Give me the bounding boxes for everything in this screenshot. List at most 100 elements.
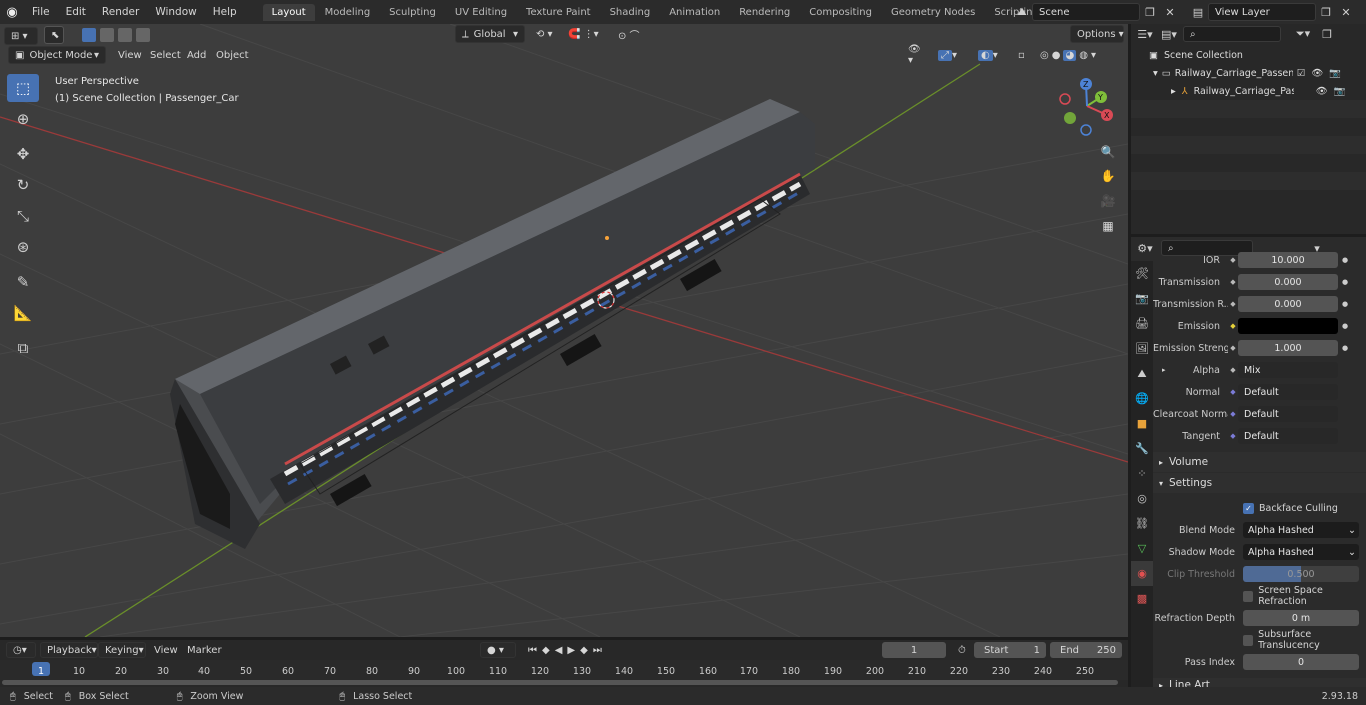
select-extend-icon[interactable] (100, 28, 114, 42)
move-tool-icon[interactable]: ✥ (7, 140, 39, 168)
physics-tab-icon[interactable]: ◎ (1131, 486, 1153, 511)
outliner-item-collection[interactable]: ▾ ▭ Railway_Carriage_Passenger_ ☑ 👁 📷 (1131, 64, 1366, 82)
keyframe-dot-icon[interactable]: ● (1338, 278, 1352, 286)
play-reverse-icon[interactable]: ◀ (555, 645, 563, 656)
new-scene-icon[interactable]: ❐ (1140, 3, 1160, 21)
tab-layout[interactable]: Layout (262, 3, 315, 21)
screen-space-refraction-checkbox[interactable] (1243, 590, 1254, 602)
rendered-shading-icon[interactable]: ◍ (1079, 50, 1088, 61)
end-frame-field[interactable]: End 250 (1050, 642, 1122, 658)
solid-shading-icon[interactable]: ● (1052, 50, 1061, 61)
constraints-tab-icon[interactable]: ⛓ (1131, 511, 1153, 536)
new-view-layer-icon[interactable]: ❐ (1316, 3, 1336, 21)
texture-tab-icon[interactable]: ▩ (1131, 586, 1153, 611)
options-dropdown[interactable]: Options ▾ (1070, 25, 1124, 43)
snap-icon[interactable]: 🧲 ⋮▾ (562, 25, 608, 43)
render-tab-icon[interactable]: 📷 (1131, 286, 1153, 311)
rotate-tool-icon[interactable]: ↻ (7, 171, 39, 199)
clip-threshold-slider[interactable]: 0.500 (1243, 566, 1359, 582)
filter-icon[interactable]: ⏷▾ (1293, 25, 1313, 43)
tool-tab-icon[interactable]: 🛠 (1131, 261, 1153, 286)
object-tab-icon[interactable]: ■ (1131, 411, 1153, 436)
blender-logo-icon[interactable]: ◉ (0, 0, 24, 24)
timeline-menu-marker[interactable]: Marker (181, 642, 228, 658)
remove-scene-icon[interactable]: ✕ (1160, 3, 1180, 21)
expand-arrow-icon[interactable]: ▾ (1153, 68, 1158, 79)
pass-index-field[interactable]: 0 (1243, 654, 1359, 670)
scale-tool-icon[interactable]: ⤡ (7, 202, 39, 230)
material-tab-icon[interactable]: ◉ (1131, 561, 1153, 586)
menu-render[interactable]: Render (94, 6, 147, 18)
tab-modeling[interactable]: Modeling (316, 4, 380, 21)
stopwatch-icon[interactable]: ⏱ (952, 642, 972, 658)
tab-sculpting[interactable]: Sculpting (380, 4, 445, 21)
timeline-menu-view[interactable]: View (148, 642, 184, 658)
jump-end-icon[interactable]: ⏭ (593, 645, 602, 656)
xray-toggle-icon[interactable]: ▫ (1012, 46, 1032, 64)
wireframe-shading-icon[interactable]: ◎ (1040, 50, 1049, 61)
cursor-tool-icon[interactable]: ⊕ (7, 105, 39, 133)
scene-selector[interactable]: Scene (1032, 3, 1140, 21)
world-tab-icon[interactable]: 🌐 (1131, 386, 1153, 411)
visibility-icon[interactable]: 👁 ▾ (902, 44, 932, 66)
tab-rendering[interactable]: Rendering (730, 4, 799, 21)
subsurface-translucency-checkbox[interactable] (1243, 634, 1254, 646)
selection-mode-group[interactable] (76, 26, 164, 44)
scene-tab-icon[interactable]: ⛰ (1131, 361, 1153, 386)
play-icon[interactable]: ▶ (567, 645, 575, 656)
jump-start-icon[interactable]: ⏮ (528, 645, 537, 656)
timeline-scrollbar[interactable] (2, 680, 1118, 685)
zoom-view-icon[interactable]: 🔍 (1097, 141, 1119, 163)
shadow-mode-dropdown[interactable]: Alpha Hashed ⌄ (1243, 544, 1359, 560)
checkbox-icon[interactable]: ☑ (1297, 68, 1306, 79)
new-collection-icon[interactable]: ❐ (1317, 25, 1337, 43)
overlay-toggle-icon[interactable]: ◐ ▾ (972, 46, 1008, 64)
tab-animation[interactable]: Animation (660, 4, 729, 21)
display-mode-icon[interactable]: ▤▾ (1159, 25, 1179, 43)
viewport-menu-view[interactable]: View (112, 46, 148, 64)
emission-color-swatch[interactable] (1238, 318, 1338, 334)
screen-space-refraction-row[interactable]: Screen Space Refraction (1153, 585, 1366, 607)
properties-editor-type-icon[interactable]: ⚙▾ (1135, 239, 1155, 257)
camera-view-icon[interactable]: 🎥 (1097, 190, 1119, 212)
tangent-field[interactable]: Default (1238, 428, 1338, 444)
outliner-editor-type-icon[interactable]: ☰▾ (1135, 25, 1155, 43)
select-subtract-icon[interactable] (118, 28, 132, 42)
transmission-roughness-field[interactable]: 0.000 (1238, 296, 1338, 312)
clearcoat-normal-field[interactable]: Default (1238, 406, 1338, 422)
menu-help[interactable]: Help (205, 6, 245, 18)
add-cube-tool-icon[interactable]: ⧉ (7, 334, 39, 362)
proportional-edit-icon[interactable]: ⊙ ⌒ (612, 25, 658, 43)
editor-type-dropdown[interactable]: ⊞ ▾ (4, 27, 38, 45)
measure-tool-icon[interactable]: 📐 (7, 299, 39, 327)
eye-icon[interactable]: 👁 (1316, 86, 1328, 97)
gizmo-toggle-icon[interactable]: ⤢ ▾ (932, 46, 968, 64)
auto-keying-toggle-icon[interactable]: ● ▾ (480, 642, 516, 658)
alpha-link-field[interactable]: Mix (1238, 362, 1338, 378)
tab-compositing[interactable]: Compositing (800, 4, 881, 21)
menu-file[interactable]: File (24, 6, 58, 18)
outliner-scene-collection[interactable]: ▣ Scene Collection (1131, 46, 1366, 64)
view-layer-tab-icon[interactable]: 🖼 (1131, 336, 1153, 361)
keyframe-dot-icon[interactable]: ● (1338, 300, 1352, 308)
camera-icon[interactable]: 📷 (1329, 68, 1341, 79)
material-shading-icon[interactable]: ◕ (1063, 49, 1077, 61)
prev-keyframe-icon[interactable]: ◆ (542, 645, 550, 656)
pan-view-hand-icon[interactable]: ✋ (1097, 165, 1119, 187)
ior-field[interactable]: 10.000 (1238, 252, 1338, 268)
output-tab-icon[interactable]: 🖨 (1131, 311, 1153, 336)
backface-culling-checkbox[interactable]: ✓ (1243, 502, 1254, 514)
menu-edit[interactable]: Edit (58, 6, 94, 18)
transform-tool-icon[interactable]: ⊛ (7, 233, 39, 261)
remove-view-layer-icon[interactable]: ✕ (1336, 3, 1356, 21)
viewport-menu-object[interactable]: Object (210, 46, 255, 64)
outliner-item-object[interactable]: ▸ ⅄ Railway_Carriage_Passen 👁 📷 (1131, 82, 1366, 100)
select-new-icon[interactable] (82, 28, 96, 42)
transform-orientation-dropdown[interactable]: ⟂ Global ▾ (455, 25, 525, 43)
select-intersect-icon[interactable] (136, 28, 150, 42)
3d-viewport[interactable]: Z Y X ⊞ ▾ ⬉ ⟂ Global ▾ ⟲ ▾ 🧲 ⋮▾ ⊙ ⌒ Opti… (0, 24, 1128, 637)
viewport-menu-add[interactable]: Add (181, 46, 212, 64)
refraction-depth-field[interactable]: 0 m (1243, 610, 1359, 626)
keyframe-dot-icon[interactable]: ● (1338, 256, 1352, 264)
menu-window[interactable]: Window (147, 6, 204, 18)
